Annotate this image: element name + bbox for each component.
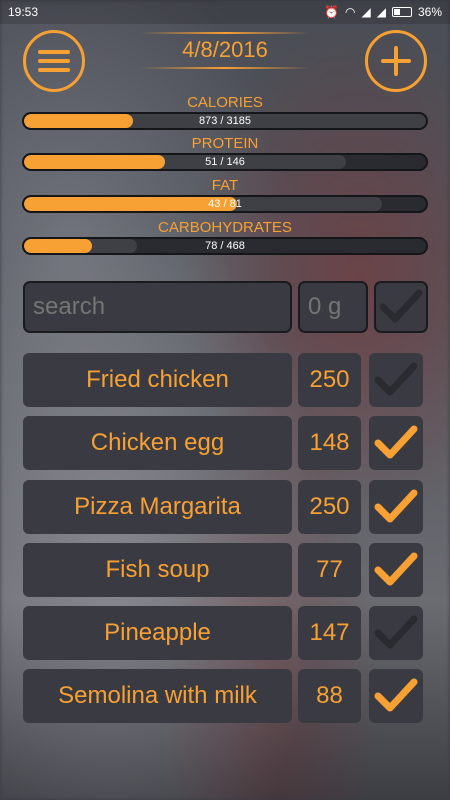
progress-value: 873 / 3185 xyxy=(199,115,251,127)
food-row[interactable]: Fish soup 77 xyxy=(23,543,428,597)
plus-icon xyxy=(381,46,411,76)
food-check-toggle[interactable] xyxy=(369,353,423,407)
food-name[interactable]: Pineapple xyxy=(23,606,292,660)
food-check-toggle[interactable] xyxy=(369,543,423,597)
food-check-toggle[interactable] xyxy=(369,606,423,660)
date-label: 4/8/2016 xyxy=(182,37,268,62)
checkmark-icon xyxy=(374,552,418,586)
checkmark-icon xyxy=(374,362,418,396)
food-amount[interactable]: 148 xyxy=(298,416,361,470)
signal-icon: ◢ xyxy=(361,5,371,19)
alarm-icon: ⏰ xyxy=(324,5,340,19)
progress-value: 51 / 146 xyxy=(205,156,245,168)
progress-bar: 78 / 468 xyxy=(22,237,428,255)
progress-bar: 51 / 146 xyxy=(22,153,428,171)
hamburger-menu-icon xyxy=(38,50,70,72)
battery-level xyxy=(393,9,401,15)
checkmark-icon xyxy=(374,615,418,649)
food-name[interactable]: Chicken egg xyxy=(23,416,292,470)
nutrient-calories: CALORIES 873 / 3185 xyxy=(22,94,428,130)
food-check-toggle[interactable] xyxy=(369,416,423,470)
search-input[interactable] xyxy=(23,281,292,333)
food-row[interactable]: Pineapple 147 xyxy=(23,606,428,660)
food-row[interactable]: Chicken egg 148 xyxy=(23,416,428,470)
food-check-toggle[interactable] xyxy=(369,480,423,534)
nutrient-protein: PROTEIN 51 / 146 xyxy=(22,135,428,171)
status-time: 19:53 xyxy=(8,5,39,19)
checkmark-icon xyxy=(374,425,418,459)
checkmark-icon xyxy=(374,678,418,712)
grams-input[interactable] xyxy=(298,281,368,333)
date-header[interactable]: 4/8/2016 xyxy=(140,32,310,69)
nutrient-carbohydrates: CARBOHYDRATES 78 / 468 xyxy=(22,219,428,255)
food-row[interactable]: Pizza Margarita 250 xyxy=(23,480,428,534)
food-amount[interactable]: 147 xyxy=(298,606,361,660)
menu-button[interactable] xyxy=(23,30,85,92)
checkmark-icon xyxy=(379,289,423,323)
progress-bar: 873 / 3185 xyxy=(22,112,428,130)
nutrient-label: FAT xyxy=(211,177,239,194)
progress-value: 43 / 81 xyxy=(208,198,242,210)
nutrient-label: CALORIES xyxy=(187,94,263,111)
food-amount[interactable]: 77 xyxy=(298,543,361,597)
nutrient-fat: FAT 43 / 81 xyxy=(22,177,428,213)
status-icons: ⏰ ◠ ◢ ◢ 36% xyxy=(324,5,442,19)
checkmark-icon xyxy=(374,489,418,523)
food-name[interactable]: Semolina with milk xyxy=(23,669,292,723)
food-amount[interactable]: 88 xyxy=(298,669,361,723)
food-name[interactable]: Pizza Margarita xyxy=(23,480,292,534)
food-amount[interactable]: 250 xyxy=(298,480,361,534)
date-divider-bottom xyxy=(140,67,310,69)
progress-value: 78 / 468 xyxy=(205,240,245,252)
status-bar: 19:53 ⏰ ◠ ◢ ◢ 36% xyxy=(0,0,450,24)
food-name[interactable]: Fried chicken xyxy=(23,353,292,407)
nutrient-label: CARBOHYDRATES xyxy=(158,219,292,236)
food-name[interactable]: Fish soup xyxy=(23,543,292,597)
food-row[interactable]: Semolina with milk 88 xyxy=(23,669,428,723)
signal-icon-2: ◢ xyxy=(376,5,386,19)
food-check-toggle[interactable] xyxy=(369,669,423,723)
food-row[interactable]: Fried chicken 250 xyxy=(23,353,428,407)
wifi-icon: ◠ xyxy=(345,5,356,19)
progress-bar: 43 / 81 xyxy=(22,195,428,213)
add-button[interactable] xyxy=(365,30,427,92)
battery-icon xyxy=(391,7,412,17)
add-food-confirm-button[interactable] xyxy=(374,281,428,333)
search-row xyxy=(23,281,428,333)
food-amount[interactable]: 250 xyxy=(298,353,361,407)
nutrient-label: PROTEIN xyxy=(191,135,259,152)
battery-percent: 36% xyxy=(417,5,442,19)
